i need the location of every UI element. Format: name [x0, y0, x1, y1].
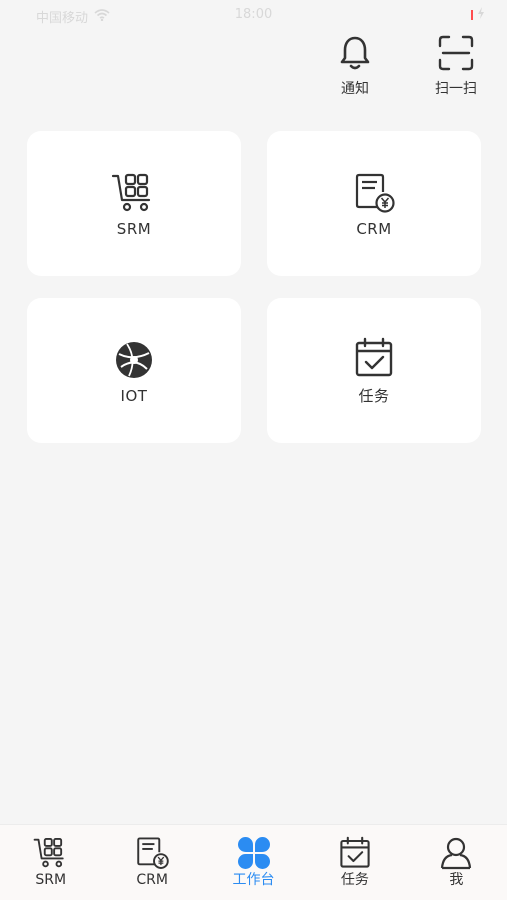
tab-workbench[interactable]: 工作台 [203, 825, 304, 900]
tab-srm[interactable]: SRM [0, 825, 101, 900]
top-actions: 通知 扫一扫 [0, 34, 507, 104]
clover-icon [236, 835, 272, 871]
tab-crm-label: CRM [136, 872, 168, 888]
status-time: 18:00 [234, 7, 273, 22]
card-iot-label: IOT [120, 386, 148, 405]
card-crm[interactable]: CRM [267, 131, 481, 276]
tab-bar: SRM CRM 工作台 任务 我 [0, 824, 507, 900]
scan-icon [437, 34, 475, 72]
document-yen-icon [134, 835, 170, 871]
tab-task[interactable]: 任务 [304, 825, 405, 900]
notification-label: 通知 [341, 81, 369, 97]
cart-grid-icon [111, 170, 157, 216]
charging-icon [477, 7, 485, 23]
tab-me[interactable]: 我 [406, 825, 507, 900]
card-iot[interactable]: IOT [27, 298, 241, 443]
user-icon [438, 835, 474, 871]
card-task-label: 任务 [358, 387, 390, 405]
card-srm-label: SRM [116, 219, 152, 238]
status-right [471, 7, 485, 23]
status-bar: 中国移动 18:00 [0, 0, 507, 30]
cart-grid-icon [33, 835, 69, 871]
calendar-check-icon [351, 335, 397, 381]
battery-icon [471, 10, 473, 20]
tab-task-label: 任务 [340, 872, 369, 888]
scan-label: 扫一扫 [435, 81, 477, 97]
notification-button[interactable]: 通知 [323, 34, 387, 100]
card-crm-label: CRM [356, 219, 392, 238]
scan-button[interactable]: 扫一扫 [424, 34, 488, 100]
tab-crm[interactable]: CRM [101, 825, 202, 900]
tab-workbench-label: 工作台 [232, 872, 275, 888]
bell-icon [336, 34, 374, 72]
card-srm[interactable]: SRM [27, 131, 241, 276]
card-task[interactable]: 任务 [267, 298, 481, 443]
tab-me-label: 我 [449, 872, 464, 888]
tab-srm-label: SRM [35, 872, 67, 888]
globe-icon [111, 337, 157, 383]
calendar-check-icon [337, 835, 373, 871]
document-yen-icon [351, 170, 397, 216]
